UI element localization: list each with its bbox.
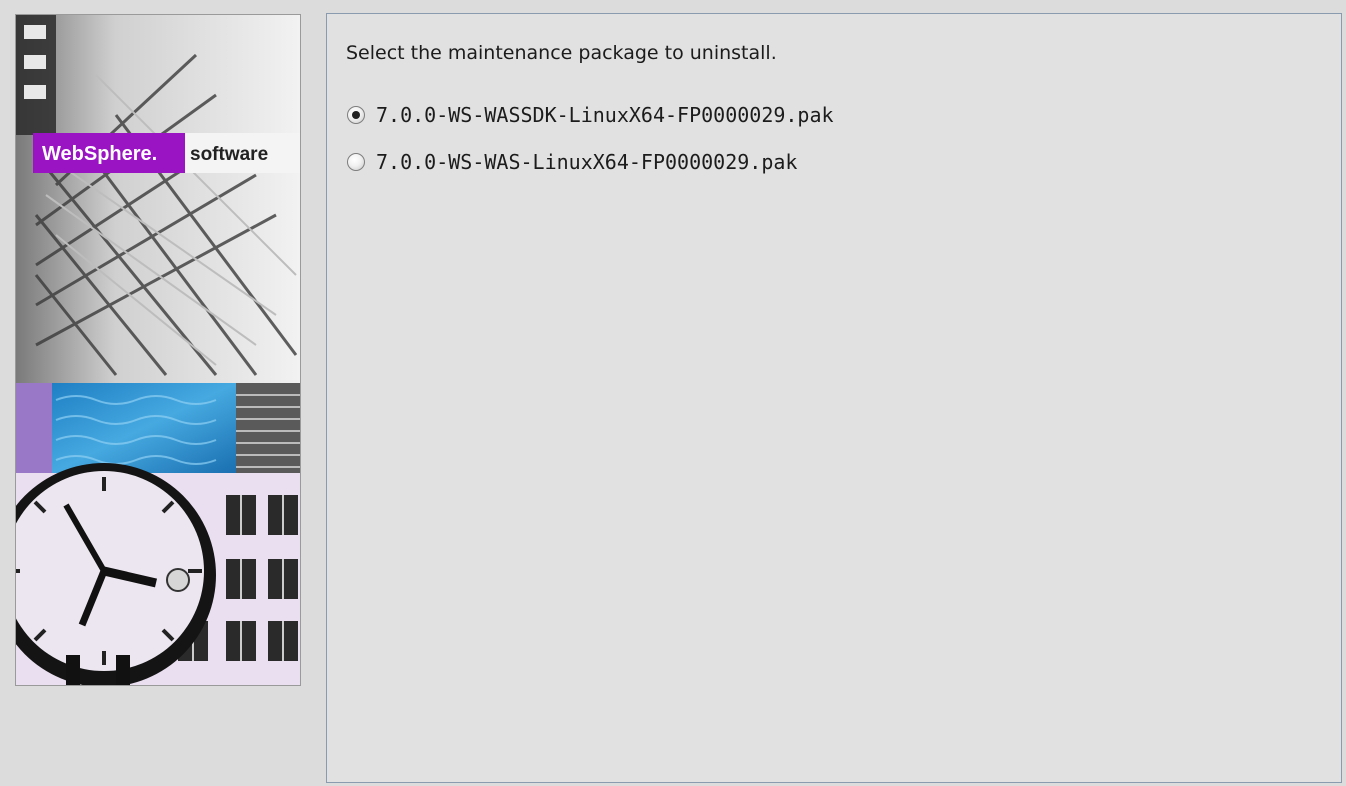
software-logo-text: software	[190, 144, 268, 165]
package-selection-panel: Select the maintenance package to uninst…	[326, 13, 1342, 783]
instruction-text: Select the maintenance package to uninst…	[346, 42, 777, 64]
package-option-was[interactable]: 7.0.0-WS-WAS-LinuxX64-FP0000029.pak	[347, 149, 797, 175]
websphere-banner-image: WebSphere. software	[16, 15, 300, 685]
radio-button-unchecked-icon[interactable]	[347, 153, 365, 171]
websphere-banner: WebSphere. software	[15, 14, 301, 686]
package-label-was[interactable]: 7.0.0-WS-WAS-LinuxX64-FP0000029.pak	[376, 150, 797, 174]
package-label-wassdk[interactable]: 7.0.0-WS-WASSDK-LinuxX64-FP0000029.pak	[376, 103, 834, 127]
radio-button-checked-icon[interactable]	[347, 106, 365, 124]
package-option-wassdk[interactable]: 7.0.0-WS-WASSDK-LinuxX64-FP0000029.pak	[347, 102, 834, 128]
websphere-logo-text: WebSphere.	[42, 143, 157, 165]
